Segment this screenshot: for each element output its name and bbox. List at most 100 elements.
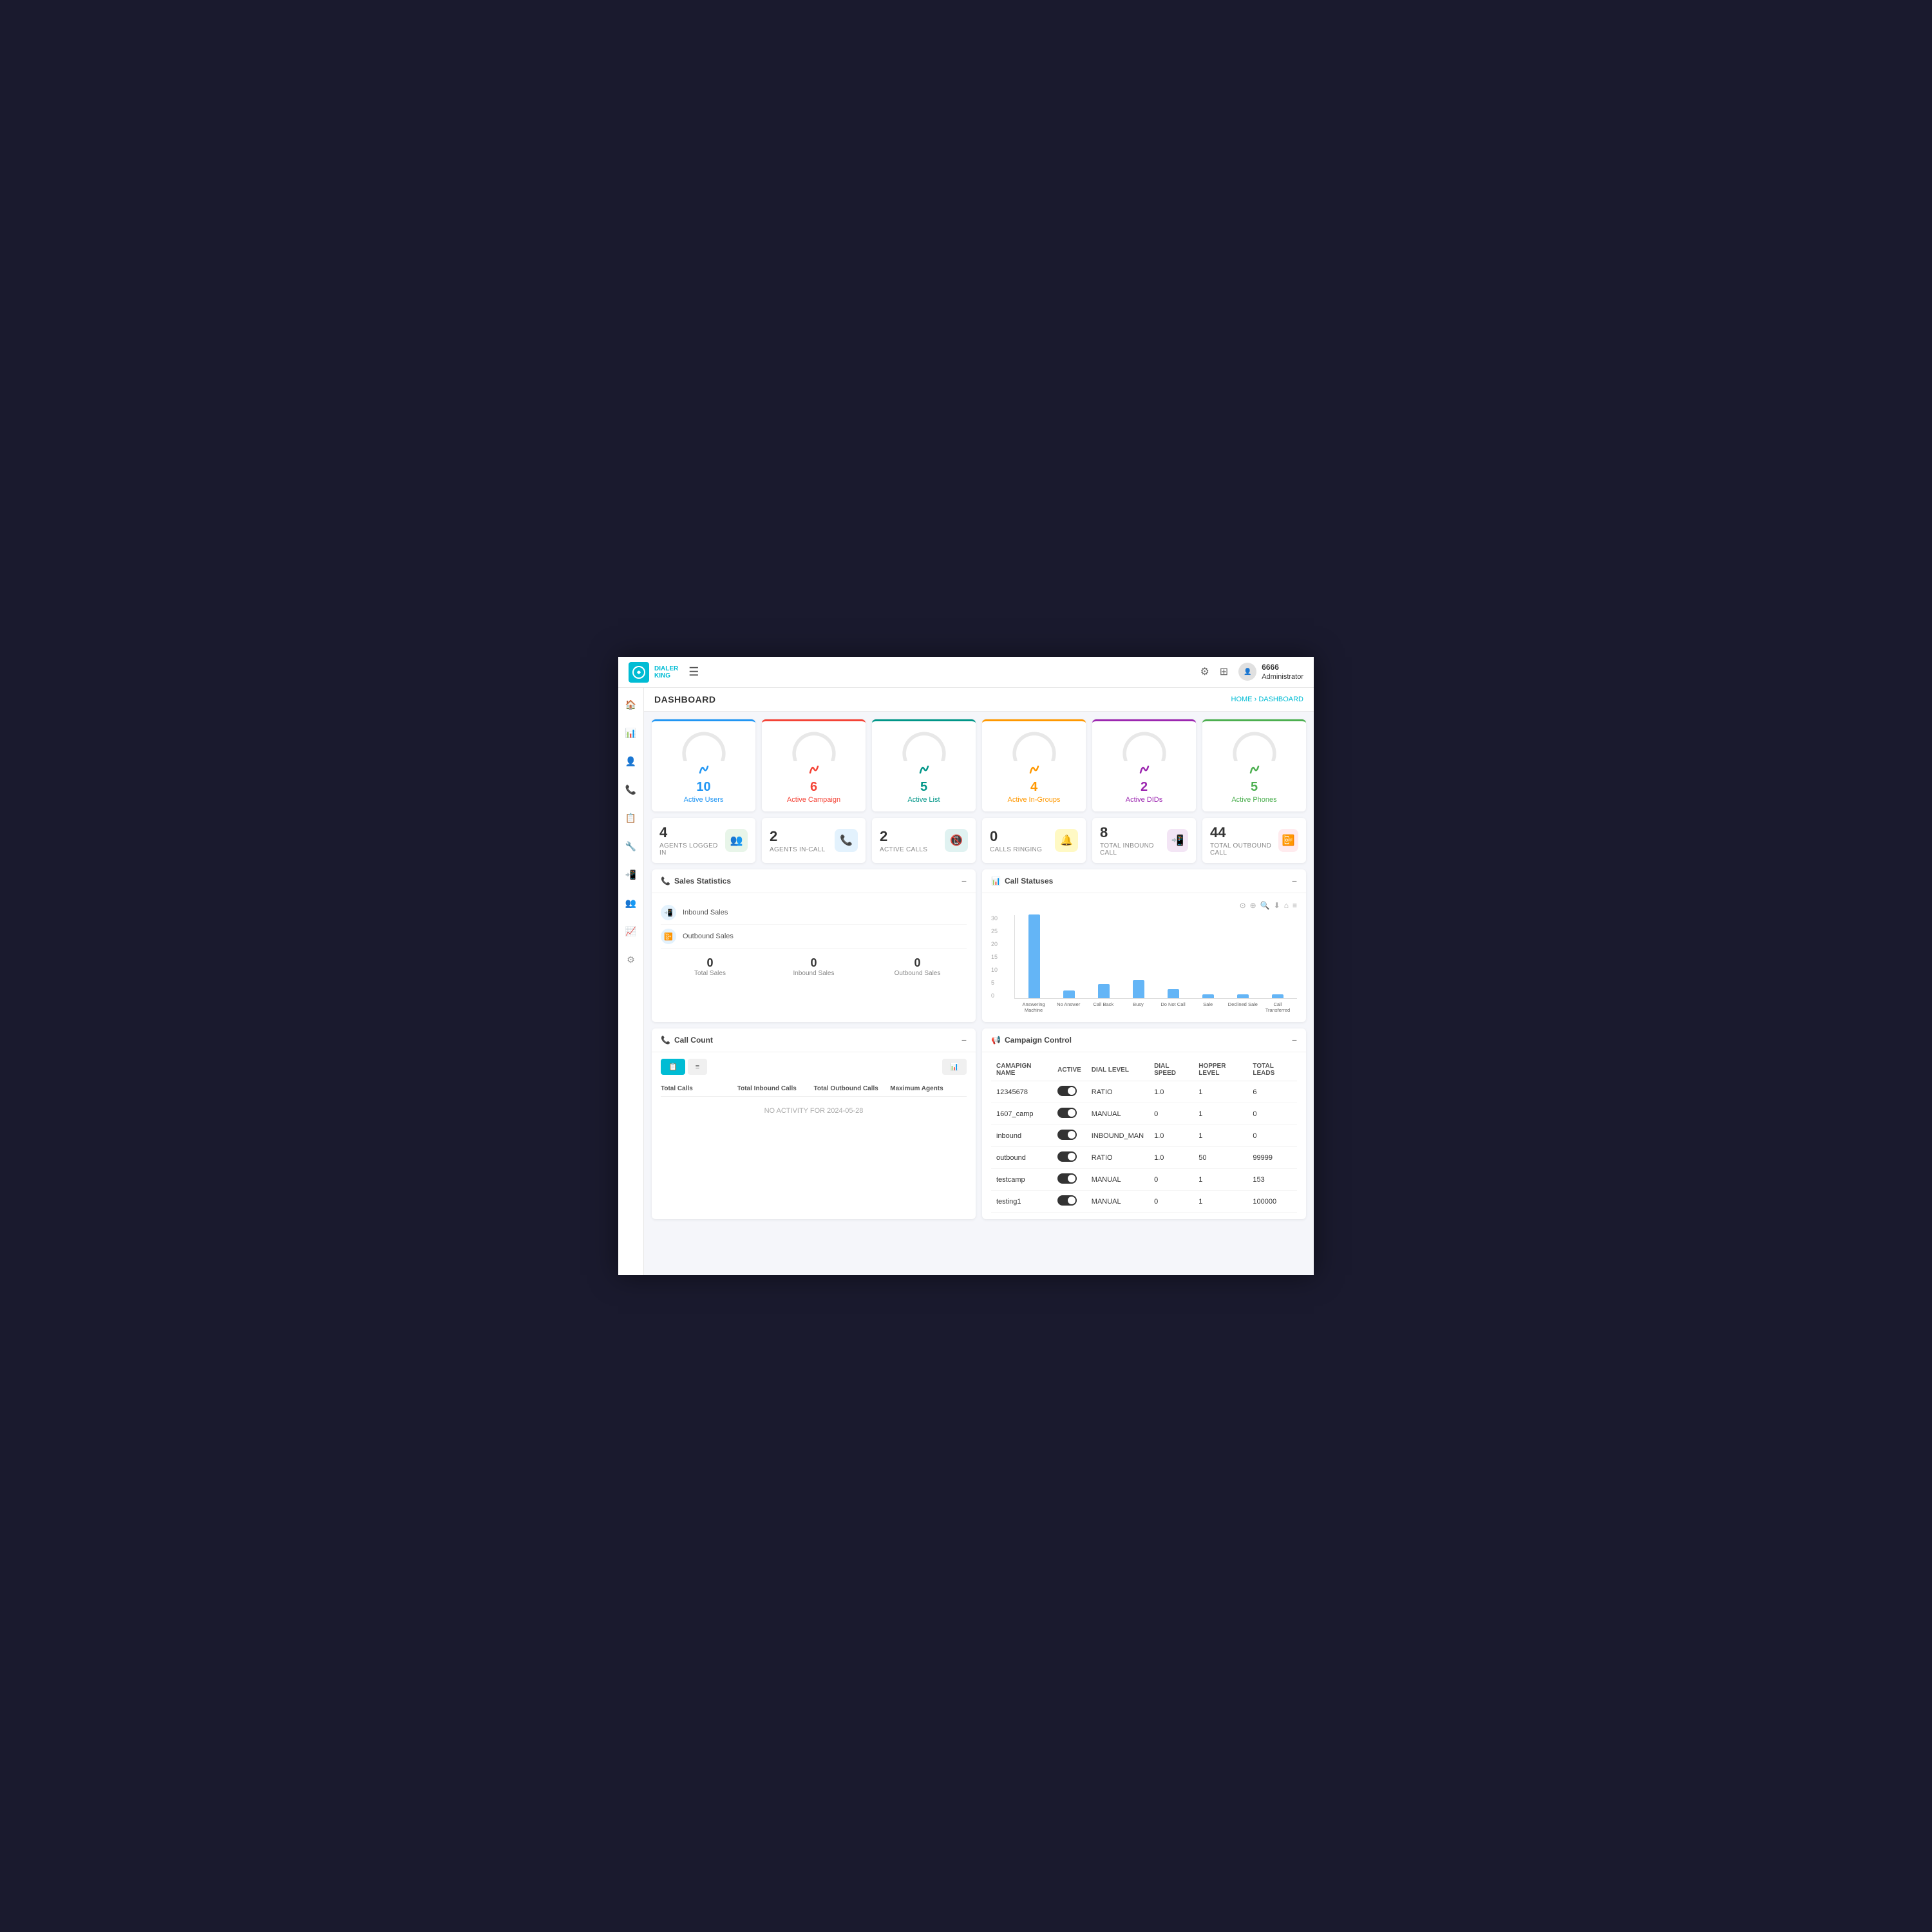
call-count-toggle[interactable]: − <box>961 1035 967 1045</box>
tab-table-view[interactable]: 📋 <box>661 1059 685 1075</box>
camp-dial-speed-2: 1.0 <box>1149 1125 1193 1147</box>
stat2-label-0: AGENTS LOGGED IN <box>659 842 725 857</box>
chart-tool-download[interactable]: ⬇ <box>1274 901 1280 910</box>
chart-tool-menu[interactable]: ≡ <box>1293 901 1297 910</box>
table-row: 12345678 RATIO 1.0 1 6 <box>991 1081 1297 1103</box>
settings-icon[interactable]: ⚙ <box>1200 665 1209 678</box>
bar-6 <box>1237 994 1249 998</box>
chart-tool-zoom-out[interactable]: 🔍 <box>1260 901 1270 910</box>
callcount-content: 📋 ≡ 📊 Total Calls Total Inbound Calls To… <box>652 1052 976 1132</box>
inbound-sales-metric: 0 Inbound Sales <box>764 956 863 977</box>
toggle-3[interactable] <box>1057 1151 1077 1162</box>
user-role: Administrator <box>1262 672 1303 681</box>
bar-7 <box>1272 994 1283 998</box>
sidebar-icon-settings[interactable]: ⚙ <box>622 951 640 969</box>
card-icon-4 <box>1097 764 1191 779</box>
sales-toggle-button[interactable]: − <box>961 876 967 886</box>
stat2-left-1: 2 AGENTS IN-CALL <box>770 828 825 853</box>
call-statuses-header: 📊 Call Statuses − <box>982 869 1306 893</box>
toggle-2[interactable] <box>1057 1130 1077 1140</box>
gauge-2 <box>898 729 950 761</box>
stat2-icon-1: 📞 <box>835 829 858 852</box>
x-label-1: No Answer <box>1052 1001 1085 1013</box>
col-total-calls: Total Calls <box>661 1085 737 1092</box>
nav-right: ⚙ ⊞ 👤 6666 Administrator <box>1200 663 1303 682</box>
sidebar-icon-filter[interactable]: 🔧 <box>622 837 640 855</box>
sidebar-icon-home[interactable]: 🏠 <box>622 696 640 714</box>
campaign-table-body: 12345678 RATIO 1.0 1 6 1607_camp MANUAL … <box>991 1081 1297 1213</box>
camp-leads-5: 100000 <box>1247 1191 1297 1213</box>
sidebar-icon-list[interactable]: 📋 <box>622 809 640 827</box>
camp-hopper-0: 1 <box>1193 1081 1247 1103</box>
user-id: 6666 <box>1262 663 1303 673</box>
stat2-value-0: 4 <box>659 824 725 841</box>
chart-tool-home[interactable]: ⌂ <box>1284 901 1289 910</box>
toggle-0[interactable] <box>1057 1086 1077 1096</box>
camp-name-0: 12345678 <box>991 1081 1052 1103</box>
sidebar-icon-dashboard[interactable]: 📊 <box>622 724 640 742</box>
grid-icon[interactable]: ⊞ <box>1220 665 1228 678</box>
outbound-sales-metric-label: Outbound Sales <box>868 970 967 977</box>
sidebar-icon-people[interactable]: 👥 <box>622 894 640 912</box>
sidebar-icon-phone[interactable]: 📞 <box>622 781 640 799</box>
toggle-4[interactable] <box>1057 1173 1077 1184</box>
col-total-outbound: Total Outbound Calls <box>814 1085 891 1092</box>
outbound-sales-row: 📴 Outbound Sales <box>661 925 967 949</box>
page-header: DASHBOARD HOME › DASHBOARD <box>644 688 1314 712</box>
tab-chart-view[interactable]: 📊 <box>942 1059 967 1075</box>
camp-dial-speed-5: 0 <box>1149 1191 1193 1213</box>
camp-leads-0: 6 <box>1247 1081 1297 1103</box>
stat-label-0: Active Users <box>657 796 750 804</box>
chart-bars-area: 302520151050 <box>991 915 1297 1013</box>
chart-wrapper: 302520151050 <box>991 915 1297 1013</box>
outbound-sales-label: Outbound Sales <box>683 933 734 940</box>
camp-col-3: DIAL SPEED <box>1149 1059 1193 1081</box>
y-label: 20 <box>991 941 998 947</box>
camp-col-0: CAMAPIGN NAME <box>991 1059 1052 1081</box>
camp-active-4 <box>1052 1169 1086 1191</box>
tab-graph-view[interactable]: ≡ <box>688 1059 707 1075</box>
sidebar-icon-calls[interactable]: 📲 <box>622 866 640 884</box>
y-axis: 302520151050 <box>991 915 998 999</box>
chart-tool-reset[interactable]: ⊙ <box>1240 901 1246 910</box>
sidebar-icon-reports[interactable]: 📈 <box>622 922 640 940</box>
campaign-toggle[interactable]: − <box>1292 1035 1297 1045</box>
bar-2 <box>1098 984 1110 998</box>
chart-tool-zoom-in[interactable]: ⊕ <box>1250 901 1256 910</box>
call-statuses-toggle[interactable]: − <box>1292 876 1297 886</box>
camp-active-1 <box>1052 1103 1086 1125</box>
callcount-tabs: 📋 ≡ 📊 <box>661 1059 967 1075</box>
stat2-label-4: TOTAL INBOUND CALL <box>1100 842 1167 857</box>
stat-card2-4: 8 TOTAL INBOUND CALL 📲 <box>1092 818 1196 863</box>
card-icon-3 <box>987 764 1081 779</box>
x-label-4: Do Not Call <box>1157 1001 1190 1013</box>
camp-dial-level-1: MANUAL <box>1086 1103 1149 1125</box>
stat-card2-5: 44 TOTAL OUTBOUND CALL 📴 <box>1202 818 1306 863</box>
gauge-5 <box>1229 729 1280 761</box>
stat-card2-3: 0 CALLS RINGING 🔔 <box>982 818 1086 863</box>
camp-active-2 <box>1052 1125 1086 1147</box>
hamburger-button[interactable]: ☰ <box>688 665 699 679</box>
stat-label-5: Active Phones <box>1208 796 1301 804</box>
call-count-header: 📞 Call Count − <box>652 1028 976 1052</box>
toggle-5[interactable] <box>1057 1195 1077 1206</box>
y-label: 15 <box>991 954 998 960</box>
camp-name-1: 1607_camp <box>991 1103 1052 1125</box>
card-icon-1 <box>767 764 860 779</box>
stat2-icon-0: 👥 <box>725 829 748 852</box>
sidebar-icon-users[interactable]: 👤 <box>622 752 640 770</box>
camp-active-5 <box>1052 1191 1086 1213</box>
camp-dial-speed-1: 0 <box>1149 1103 1193 1125</box>
sidebar: 🏠 📊 👤 📞 📋 🔧 📲 👥 📈 ⚙ <box>618 688 644 1275</box>
x-label-3: Busy <box>1121 1001 1155 1013</box>
phone-count-icon: 📞 <box>661 1036 670 1045</box>
camp-col-1: ACTIVE <box>1052 1059 1086 1081</box>
x-label-2: Call Back <box>1086 1001 1120 1013</box>
toggle-1[interactable] <box>1057 1108 1077 1118</box>
breadcrumb-current: DASHBOARD <box>1258 696 1303 703</box>
stat2-value-4: 8 <box>1100 824 1167 841</box>
camp-hopper-1: 1 <box>1193 1103 1247 1125</box>
stat-value-3: 4 <box>987 780 1081 795</box>
callcount-table-header: Total Calls Total Inbound Calls Total Ou… <box>661 1081 967 1097</box>
stat2-value-5: 44 <box>1210 824 1278 841</box>
